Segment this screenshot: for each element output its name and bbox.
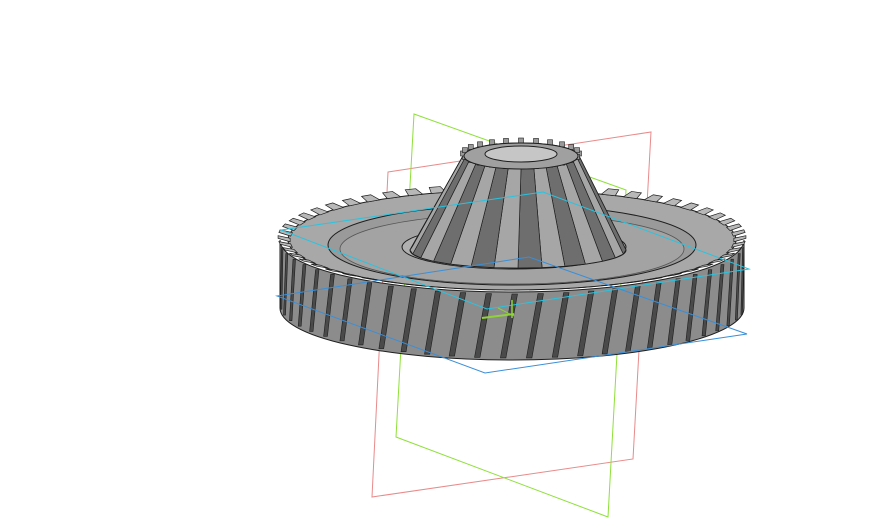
- pinion-crown-tooth: [503, 138, 509, 144]
- pinion-crown-tooth: [533, 138, 539, 144]
- pinion-crown-tooth: [489, 139, 495, 146]
- pinion-crown-tooth: [477, 141, 483, 148]
- 3d-viewport[interactable]: [0, 0, 879, 532]
- pinion-crown-tooth: [518, 137, 524, 144]
- pinion-bore: [484, 145, 558, 163]
- pinion-crown-tooth: [559, 141, 565, 148]
- pinion-crown-tooth: [547, 139, 553, 146]
